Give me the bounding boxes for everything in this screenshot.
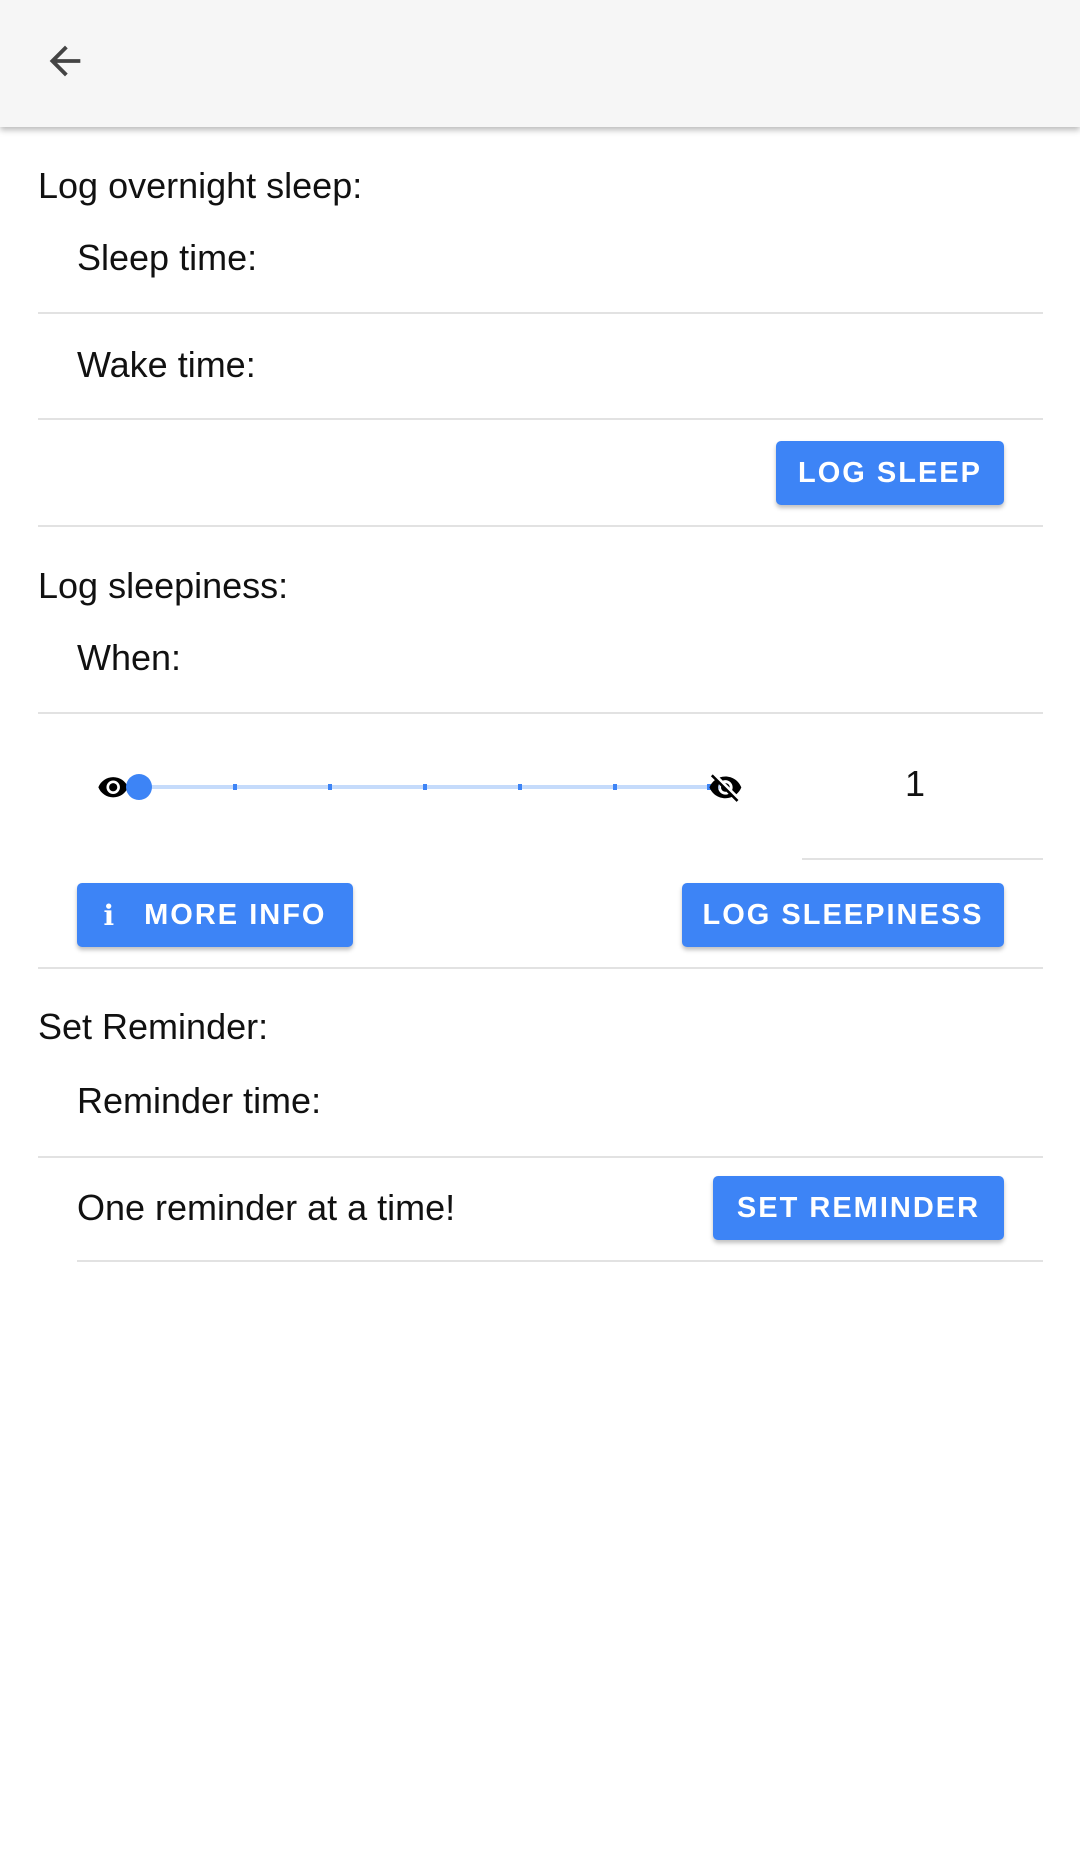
app-bar: [0, 0, 1080, 127]
log-sleepiness-button-label: LOG SLEEPINESS: [702, 898, 984, 931]
slider-thumb: [126, 774, 152, 800]
divider: [38, 712, 1043, 714]
divider: [802, 858, 1043, 860]
more-info-button[interactable]: i MORE INFO: [77, 883, 353, 947]
log-sleep-button-label: LOG SLEEP: [798, 456, 982, 489]
sleepiness-section-title: Log sleepiness:: [38, 565, 289, 606]
divider: [38, 418, 1043, 420]
arrow-back-icon: [49, 45, 81, 77]
set-reminder-button[interactable]: SET REMINDER: [713, 1176, 1004, 1240]
eye-icon: [98, 777, 129, 798]
sleepiness-slider-graphic: [98, 774, 742, 802]
slider-value: 1: [904, 763, 926, 804]
wake-time-field[interactable]: Wake time:: [77, 343, 256, 387]
reminder-note: One reminder at a time!: [77, 1187, 456, 1228]
sleepiness-when-field[interactable]: When:: [77, 636, 181, 680]
slider-tick: [613, 784, 617, 790]
slider-tick: [518, 784, 522, 790]
log-sleep-button[interactable]: LOG SLEEP: [776, 441, 1004, 505]
more-info-button-label: MORE INFO: [144, 898, 327, 931]
sleepiness-slider[interactable]: [95, 760, 765, 814]
reminder-section-title: Set Reminder:: [38, 1006, 269, 1047]
info-icon: i: [103, 898, 115, 932]
reminder-time-field[interactable]: Reminder time:: [77, 1079, 321, 1123]
slider-tick: [423, 784, 427, 790]
back-button[interactable]: [34, 30, 96, 92]
eye-off-icon: [709, 774, 742, 802]
slider-tick: [328, 784, 332, 790]
divider: [38, 967, 1043, 969]
divider: [38, 525, 1043, 527]
set-reminder-button-label: SET REMINDER: [736, 1191, 981, 1224]
divider: [38, 1156, 1043, 1158]
slider-tick: [233, 784, 237, 790]
sleep-section-title: Log overnight sleep:: [38, 165, 363, 206]
divider: [38, 312, 1043, 314]
sleep-time-field[interactable]: Sleep time:: [77, 236, 257, 280]
divider: [77, 1260, 1043, 1262]
log-sleepiness-button[interactable]: LOG SLEEPINESS: [682, 883, 1004, 947]
